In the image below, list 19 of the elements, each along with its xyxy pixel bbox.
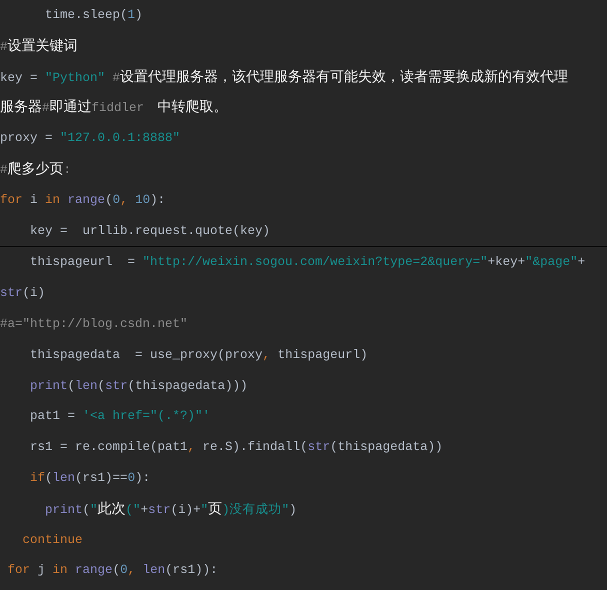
code-line: proxy = "127.0.0.1:8888" [0, 130, 180, 148]
code-line: pat1 = '<a href="(.*?)"' [29, 408, 210, 426]
code-line: if(len(rs1)==0): [29, 470, 150, 487]
code-line: print("此次("+str(i)+"页)没有成功") [44, 500, 297, 519]
code-line: str(i) [0, 285, 46, 302]
code-line: for j in range(0, len(rs1)): [6, 562, 218, 580]
code-line: time.sleep(1) [44, 7, 143, 24]
code-line: key = urllib.request.quote(key) [29, 222, 270, 240]
code-line: #爬多少页: [0, 160, 72, 179]
code-line: #设置关键词 [0, 36, 78, 56]
code-line: thispagedata = use_proxy(proxy, thispageurl) [29, 346, 368, 364]
code-line: rs1 = re.compile(pat1, re.S).findall(str(thispagedata)) [29, 439, 443, 456]
code-line: thispageurl = "http://weixin.sogou.com/weixin?type=2&query="+key+"&page"+ [29, 254, 586, 272]
code-line: for i in range(0, 10): [0, 192, 166, 209]
code-line: 服务器#即通过fiddler 中转爬取。 [0, 98, 228, 118]
code-line: #a="http://blog.csdn.net" [0, 316, 188, 333]
code-line: continue [22, 532, 83, 549]
code-line: print(len(str(thispagedata))) [29, 378, 248, 395]
code-line: key = "Python" #设置代理服务器，该代理服务器有可能失效，读者需要换成新的有效代理 [0, 68, 568, 87]
